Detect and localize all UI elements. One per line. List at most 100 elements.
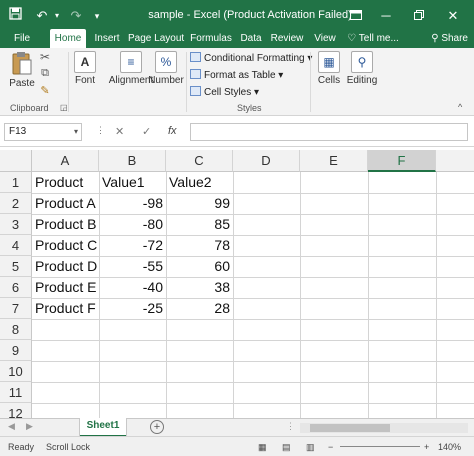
cell-b5[interactable]: -55: [99, 256, 166, 277]
cell-a1[interactable]: Product: [32, 172, 99, 193]
number-label: Number: [148, 75, 184, 86]
format-painter-icon[interactable]: ✎: [38, 84, 52, 97]
ribbon-display-options-icon[interactable]: [345, 6, 367, 26]
cell-b3[interactable]: -80: [99, 214, 166, 235]
font-label: Font: [74, 75, 95, 86]
cell-b1[interactable]: Value1: [99, 172, 166, 193]
format-as-table-button[interactable]: Format as Table ▾: [190, 69, 283, 83]
row-header[interactable]: 9: [0, 340, 32, 361]
row-header[interactable]: 1: [0, 172, 32, 193]
tell-me-search[interactable]: ♡ Tell me...: [344, 32, 402, 48]
row-header[interactable]: 7: [0, 298, 32, 319]
tab-home[interactable]: Home: [50, 29, 86, 48]
conditional-formatting-button[interactable]: Conditional Formatting ▾: [190, 52, 312, 66]
cancel-icon[interactable]: ✕: [115, 125, 124, 138]
select-all-corner[interactable]: [0, 150, 32, 172]
column-header-f[interactable]: F: [368, 150, 436, 172]
cell-a2[interactable]: Product A: [32, 193, 99, 214]
row-header[interactable]: 2: [0, 193, 32, 214]
cell-a4[interactable]: Product C: [32, 235, 99, 256]
cell-c3[interactable]: 85: [166, 214, 233, 235]
cell-c4[interactable]: 78: [166, 235, 233, 256]
paste-button[interactable]: Paste: [8, 51, 36, 89]
tell-me-label: Tell me...: [358, 33, 399, 44]
tab-data[interactable]: Data: [238, 32, 264, 48]
cell-b6[interactable]: -40: [99, 277, 166, 298]
collapse-ribbon-icon[interactable]: ^: [458, 102, 462, 112]
column-header-b[interactable]: B: [99, 150, 166, 172]
restore-icon[interactable]: [408, 6, 430, 26]
cell-a6[interactable]: Product E: [32, 277, 99, 298]
save-icon[interactable]: [6, 7, 24, 25]
enter-icon[interactable]: ✓: [142, 125, 151, 138]
cell-c7[interactable]: 28: [166, 298, 233, 319]
minimize-icon[interactable]: ─: [375, 6, 397, 26]
font-button[interactable]: A Font: [72, 51, 98, 86]
column-header-a[interactable]: A: [32, 150, 99, 172]
clipboard-launcher-icon[interactable]: ◲: [60, 103, 68, 112]
name-box[interactable]: F13 ▾: [4, 123, 82, 141]
row-header[interactable]: 4: [0, 235, 32, 256]
cell-a7[interactable]: Product F: [32, 298, 99, 319]
scroll-sheets-left-icon[interactable]: ◀: [8, 421, 15, 432]
tab-page-layout[interactable]: Page Layout: [128, 32, 184, 48]
tab-view[interactable]: View: [312, 32, 338, 48]
tab-review[interactable]: Review: [270, 32, 304, 48]
editing-button[interactable]: ⚲ Editing: [346, 51, 378, 86]
cell-c1[interactable]: Value2: [166, 172, 233, 193]
cell-a5[interactable]: Product D: [32, 256, 99, 277]
undo-dropdown-icon[interactable]: ▾: [52, 7, 62, 25]
cell-styles-button[interactable]: Cell Styles ▾: [190, 86, 259, 100]
column-header-d[interactable]: D: [233, 150, 300, 172]
add-sheet-icon[interactable]: +: [150, 420, 164, 434]
redo-icon[interactable]: ↷: [66, 7, 86, 25]
insert-function-icon[interactable]: fx: [168, 125, 177, 137]
row-header[interactable]: 10: [0, 361, 32, 382]
zoom-level[interactable]: 140%: [438, 442, 461, 452]
scroll-sheets-right-icon[interactable]: ▶: [26, 421, 33, 432]
sheet-tab-sheet1[interactable]: Sheet1: [80, 418, 126, 437]
column-header-e[interactable]: E: [300, 150, 368, 172]
normal-view-icon[interactable]: ▦: [258, 442, 267, 453]
row-header[interactable]: 11: [0, 382, 32, 403]
paste-icon: [12, 52, 32, 75]
worksheet-grid[interactable]: A B C D E F 1 2 3 4 5 6 7 8 9 10 11 12 P…: [0, 148, 474, 418]
undo-icon[interactable]: ↶: [32, 7, 52, 25]
formula-input[interactable]: [190, 123, 468, 141]
tab-insert[interactable]: Insert: [92, 32, 122, 48]
cell-c2[interactable]: 99: [166, 193, 233, 214]
cell-c6[interactable]: 38: [166, 277, 233, 298]
number-button[interactable]: % Number: [148, 51, 184, 86]
row-header[interactable]: 3: [0, 214, 32, 235]
copy-icon[interactable]: ⧉: [38, 67, 52, 80]
cell-b2[interactable]: -98: [99, 193, 166, 214]
zoom-out-icon[interactable]: −: [328, 442, 333, 452]
horizontal-scrollbar[interactable]: [300, 423, 468, 433]
customize-quick-access-icon[interactable]: ▾: [90, 7, 104, 25]
cells-button[interactable]: ▦ Cells: [316, 51, 342, 86]
tab-file[interactable]: File: [8, 32, 36, 48]
title-bar: ↶ ▾ ↷ ▾ sample - Excel (Product Activati…: [0, 0, 474, 32]
gridline: [32, 340, 474, 341]
cut-icon[interactable]: ✂: [38, 50, 52, 64]
cell-b7[interactable]: -25: [99, 298, 166, 319]
scrollbar-thumb[interactable]: [310, 424, 390, 432]
zoom-in-icon[interactable]: +: [424, 442, 429, 452]
tab-split-handle[interactable]: ⋮: [286, 421, 295, 432]
page-break-view-icon[interactable]: ▥: [306, 442, 315, 453]
zoom-slider[interactable]: [340, 446, 420, 447]
cell-b4[interactable]: -72: [99, 235, 166, 256]
row-header[interactable]: 5: [0, 256, 32, 277]
tab-formulas[interactable]: Formulas: [190, 32, 232, 48]
cell-a3[interactable]: Product B: [32, 214, 99, 235]
share-button[interactable]: ⚲ Share: [431, 30, 468, 48]
page-layout-view-icon[interactable]: ▤: [282, 442, 291, 453]
cell-c5[interactable]: 60: [166, 256, 233, 277]
row-header[interactable]: 8: [0, 319, 32, 340]
chevron-down-icon[interactable]: ▾: [74, 124, 78, 140]
search-icon: ⚲: [351, 51, 373, 73]
close-icon[interactable]: ✕: [442, 6, 464, 26]
row-header[interactable]: 6: [0, 277, 32, 298]
row-header[interactable]: 12: [0, 403, 32, 418]
column-header-c[interactable]: C: [166, 150, 233, 172]
